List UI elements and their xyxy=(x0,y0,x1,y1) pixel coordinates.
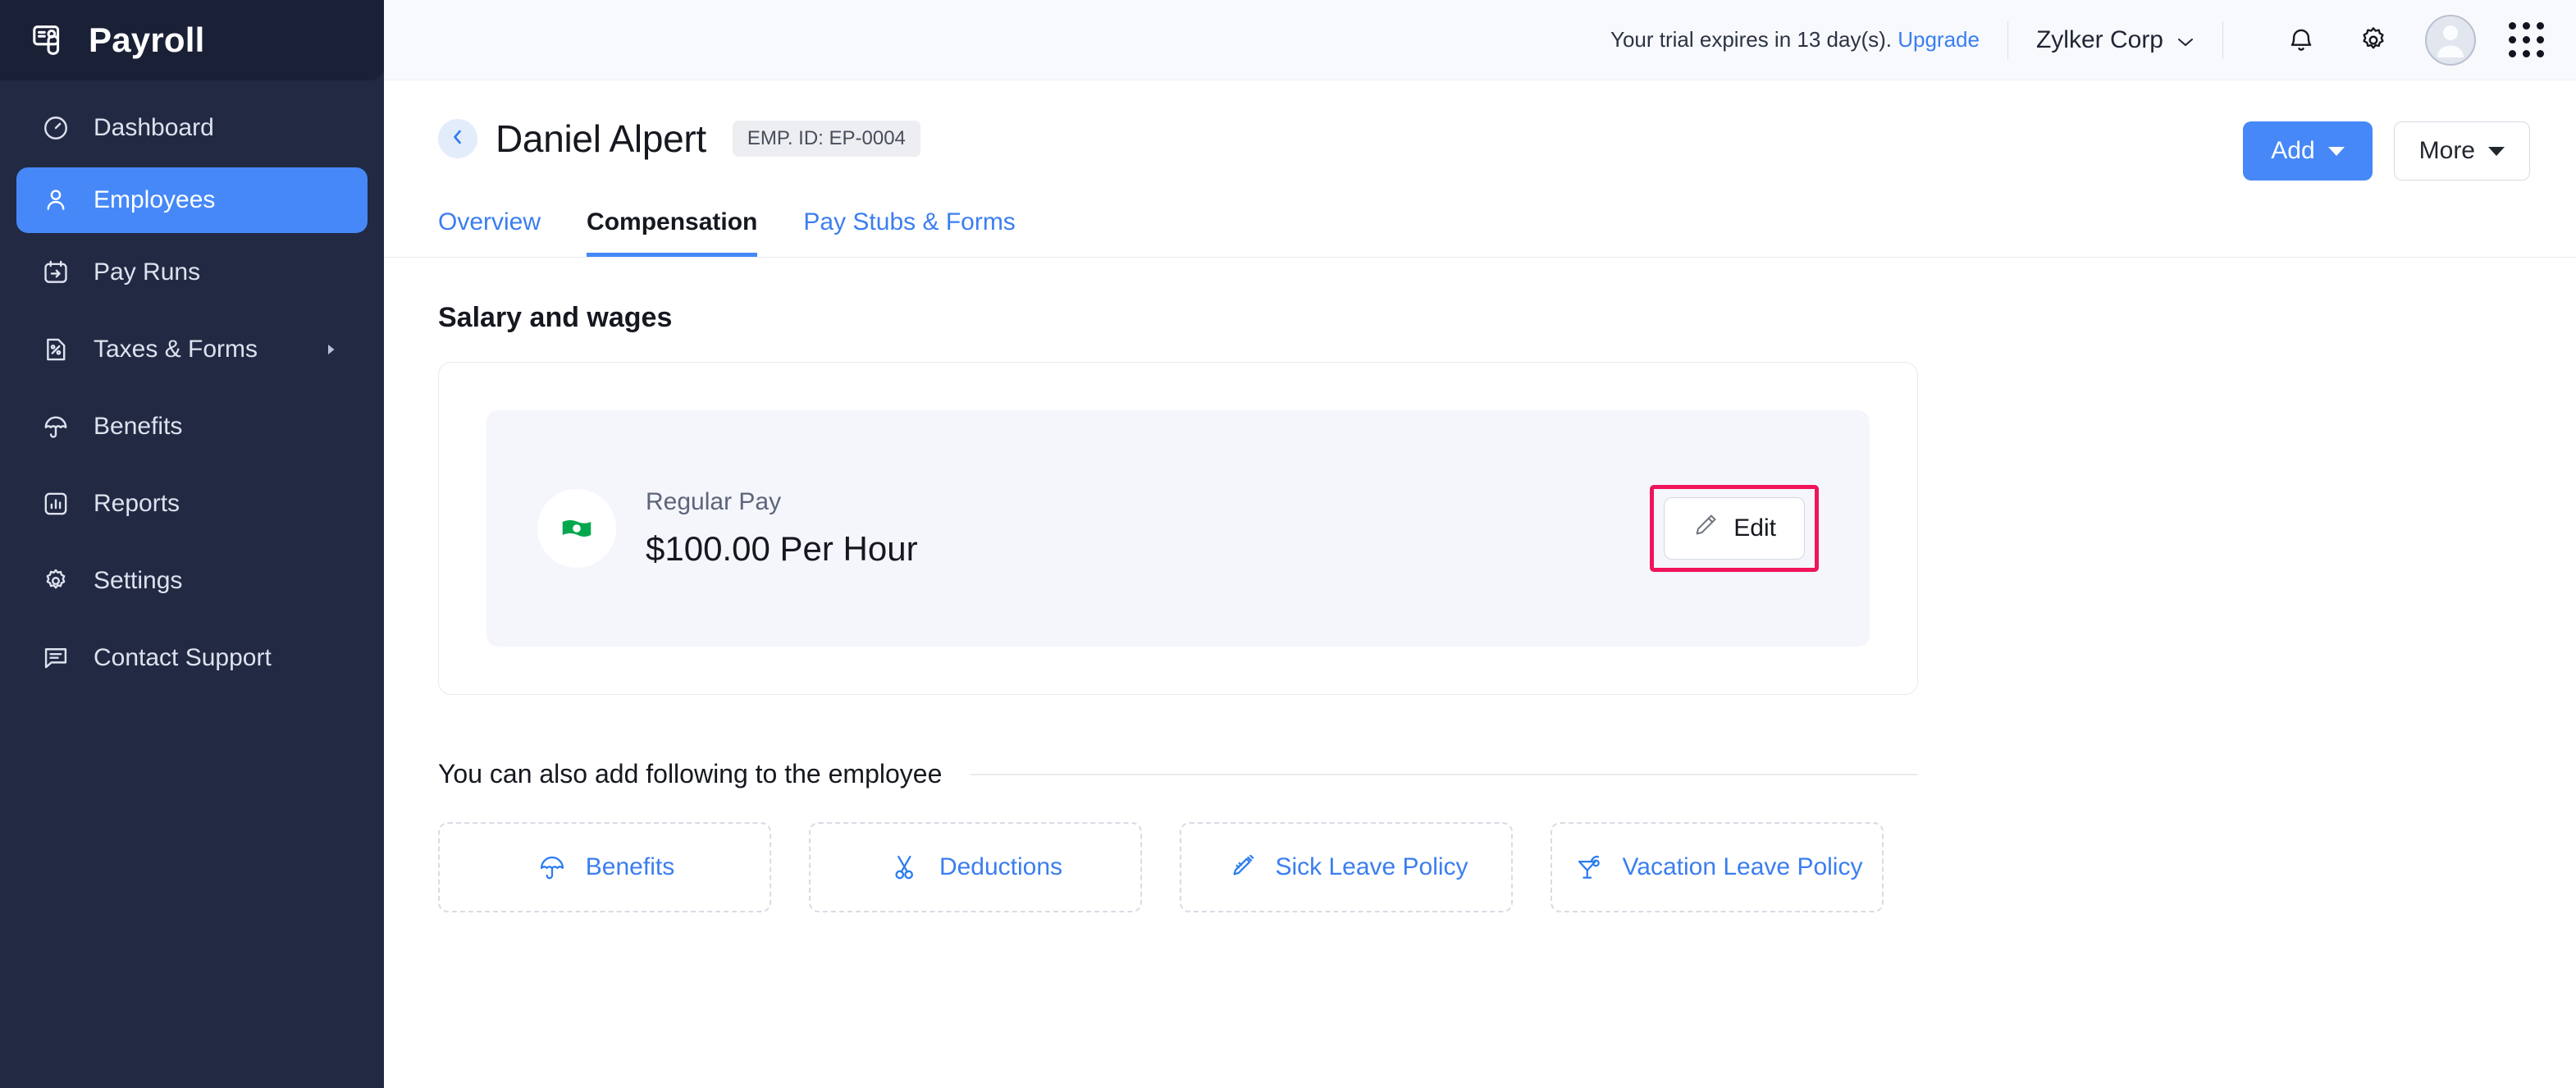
regular-pay-row: Regular Pay $100.00 Per Hour Edit xyxy=(486,410,1870,647)
tab-bar: Overview Compensation Pay Stubs & Forms xyxy=(384,181,2576,258)
page-actions: Add More xyxy=(2243,117,2576,181)
more-button-label: More xyxy=(2418,137,2475,164)
app-root: Payroll Dashboard Employees Pay Runs Tax… xyxy=(0,0,2576,1088)
pay-amount-value: $100.00 Per Hour xyxy=(646,529,918,568)
add-vacation-leave-policy-tile[interactable]: Vacation Leave Policy xyxy=(1551,822,1884,912)
divider xyxy=(970,773,1918,775)
add-tile-label: Vacation Leave Policy xyxy=(1622,853,1863,880)
add-deductions-tile[interactable]: Deductions xyxy=(809,822,1142,912)
clock-dashboard-icon xyxy=(39,112,72,144)
add-tile-label: Sick Leave Policy xyxy=(1275,853,1468,880)
trial-notice: Your trial expires in 13 day(s). Upgrade xyxy=(1610,27,1980,53)
chevron-down-icon xyxy=(2327,146,2345,156)
sidebar-item-label: Reports xyxy=(94,490,180,517)
sidebar-item-contact-support[interactable]: Contact Support xyxy=(16,625,368,691)
sidebar: Payroll Dashboard Employees Pay Runs Tax… xyxy=(0,0,384,1088)
cocktail-icon xyxy=(1572,850,1606,885)
person-icon xyxy=(39,184,72,217)
back-button[interactable] xyxy=(438,119,477,158)
sidebar-item-label: Pay Runs xyxy=(94,258,201,286)
trial-text: Your trial expires in 13 day(s). xyxy=(1610,27,1892,52)
add-tile-label: Benefits xyxy=(585,853,675,880)
gear-icon[interactable] xyxy=(2351,18,2396,62)
employee-id-badge: EMP. ID: EP-0004 xyxy=(732,121,920,157)
sidebar-item-label: Dashboard xyxy=(94,114,214,141)
add-button[interactable]: Add xyxy=(2243,121,2373,181)
also-add-header: You can also add following to the employ… xyxy=(438,759,1918,789)
chevron-down-icon xyxy=(2176,26,2195,54)
page-title: Daniel Alpert xyxy=(496,117,706,160)
upgrade-link[interactable]: Upgrade xyxy=(1898,27,1980,52)
add-sick-leave-policy-tile[interactable]: Sick Leave Policy xyxy=(1180,822,1513,912)
sidebar-item-label: Benefits xyxy=(94,413,183,440)
tab-compensation[interactable]: Compensation xyxy=(587,208,758,257)
page-header: Daniel Alpert EMP. ID: EP-0004 Add More xyxy=(384,80,2576,181)
topbar-divider-1 xyxy=(2007,21,2008,59)
document-percent-icon xyxy=(39,333,72,366)
regular-pay-details: Regular Pay $100.00 Per Hour xyxy=(646,488,918,569)
sidebar-item-pay-runs[interactable]: Pay Runs xyxy=(16,240,368,305)
sidebar-item-dashboard[interactable]: Dashboard xyxy=(16,95,368,161)
also-add-title: You can also add following to the employ… xyxy=(438,759,943,789)
sidebar-item-benefits[interactable]: Benefits xyxy=(16,394,368,459)
umbrella-icon xyxy=(39,410,72,443)
more-button[interactable]: More xyxy=(2393,121,2530,181)
pencil-icon xyxy=(1692,512,1719,545)
umbrella-icon xyxy=(535,850,569,885)
sidebar-item-settings[interactable]: Settings xyxy=(16,548,368,614)
payroll-card-icon xyxy=(28,19,71,62)
bar-chart-icon xyxy=(39,487,72,520)
add-tiles: Benefits Deductions Sick Leave Policy Va… xyxy=(438,822,2576,912)
sidebar-item-label: Employees xyxy=(94,186,216,213)
calendar-arrow-icon xyxy=(39,256,72,289)
sidebar-item-employees[interactable]: Employees xyxy=(16,167,368,233)
avatar[interactable] xyxy=(2425,14,2476,66)
edit-button[interactable]: Edit xyxy=(1664,497,1805,560)
avatar-silhouette xyxy=(2427,16,2474,64)
chevron-right-icon xyxy=(323,336,338,363)
sidebar-item-label: Settings xyxy=(94,567,183,594)
scissors-icon xyxy=(888,850,923,885)
edit-button-highlight: Edit xyxy=(1650,485,1819,572)
chat-bubble-icon xyxy=(39,642,72,674)
pay-type-label: Regular Pay xyxy=(646,488,782,515)
main-region: Your trial expires in 13 day(s). Upgrade… xyxy=(384,0,2576,1088)
org-selector[interactable]: Zylker Corp xyxy=(2036,26,2195,54)
bell-icon[interactable] xyxy=(2279,18,2323,62)
topbar-divider-2 xyxy=(2222,21,2223,59)
salary-section-title: Salary and wages xyxy=(438,302,673,333)
tab-pay-stubs-forms[interactable]: Pay Stubs & Forms xyxy=(803,208,1015,257)
syringe-icon xyxy=(1224,850,1258,885)
topbar: Your trial expires in 13 day(s). Upgrade… xyxy=(384,0,2576,80)
add-tile-label: Deductions xyxy=(939,853,1063,880)
org-name: Zylker Corp xyxy=(2035,25,2163,53)
brand-logo[interactable]: Payroll xyxy=(0,0,384,80)
content-area: Salary and wages Regular Pay $100.00 Per… xyxy=(384,258,2576,912)
gear-icon xyxy=(39,565,72,597)
salary-card: Regular Pay $100.00 Per Hour Edit xyxy=(438,362,1918,695)
tab-overview[interactable]: Overview xyxy=(438,208,541,257)
add-benefits-tile[interactable]: Benefits xyxy=(438,822,771,912)
apps-grid-icon[interactable] xyxy=(2504,18,2548,62)
sidebar-item-taxes-forms[interactable]: Taxes & Forms xyxy=(16,317,368,382)
sidebar-item-label: Taxes & Forms xyxy=(94,336,258,363)
sidebar-item-reports[interactable]: Reports xyxy=(16,471,368,537)
sidebar-item-label: Contact Support xyxy=(94,644,272,671)
edit-button-label: Edit xyxy=(1733,514,1776,542)
chevron-down-icon xyxy=(2488,146,2505,156)
add-button-label: Add xyxy=(2271,137,2315,164)
brand-name: Payroll xyxy=(89,21,205,59)
chevron-left-icon xyxy=(449,128,467,150)
money-bill-icon xyxy=(537,489,616,568)
sidebar-nav: Dashboard Employees Pay Runs Taxes & For… xyxy=(0,80,384,691)
page-title-group: Daniel Alpert EMP. ID: EP-0004 xyxy=(438,117,920,161)
